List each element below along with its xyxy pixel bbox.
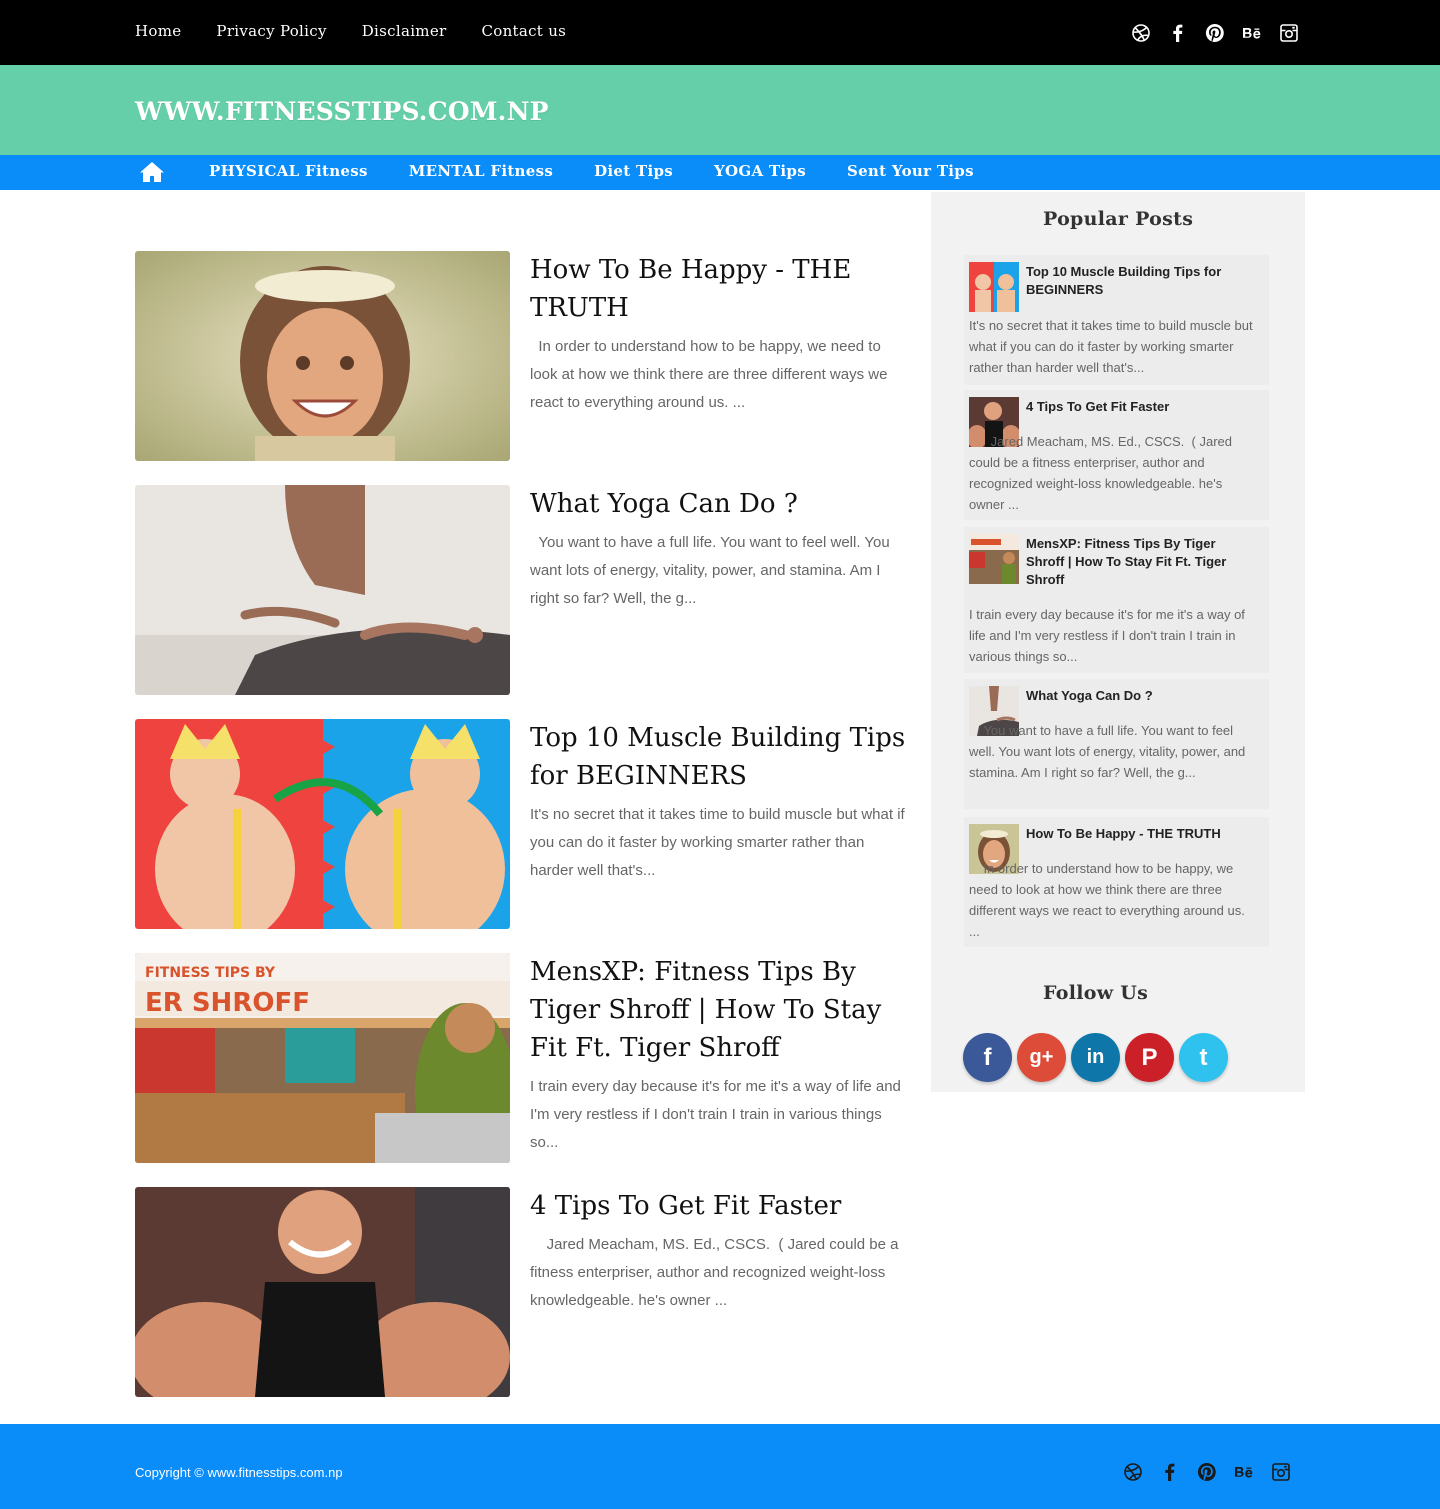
pinterest-icon[interactable] xyxy=(1204,22,1226,44)
follow-us-heading: Follow Us xyxy=(1043,982,1149,1004)
site-title[interactable]: WWW.FITNESSTIPS.COM.NP xyxy=(135,97,549,126)
popular-post-item[interactable]: Top 10 Muscle Building Tips for BEGINNER… xyxy=(964,255,1269,385)
post-excerpt: It's no secret that it takes time to bui… xyxy=(530,806,909,879)
main-nav: PHYSICAL Fitness MENTAL Fitness Diet Tip… xyxy=(0,155,1440,190)
facebook-icon[interactable]: f xyxy=(963,1033,1012,1082)
footer-social-links xyxy=(1107,1461,1292,1483)
popular-post-excerpt: You want to have a full life. You want t… xyxy=(969,723,1249,780)
post-title[interactable]: 4 Tips To Get Fit Faster xyxy=(530,1187,910,1225)
post-title[interactable]: How To Be Happy - THE TRUTH xyxy=(530,251,910,327)
popular-post-title[interactable]: What Yoga Can Do ? xyxy=(1026,687,1251,705)
post-excerpt: You want to have a full life. You want t… xyxy=(530,534,894,607)
site-footer: Copyright © www.fitnesstips.com.np xyxy=(0,1424,1440,1509)
main-nav-items: PHYSICAL Fitness MENTAL Fitness Diet Tip… xyxy=(209,162,1015,180)
instagram-icon[interactable] xyxy=(1278,22,1300,44)
popular-post-thumbnail[interactable] xyxy=(969,262,1019,312)
post-title[interactable]: MensXP: Fitness Tips By Tiger Shroff | H… xyxy=(530,953,910,1067)
site-header: WWW.FITNESSTIPS.COM.NP xyxy=(0,65,1440,155)
post-excerpt: In order to understand how to be happy, … xyxy=(530,338,892,411)
post-card: FITNESS TIPS BY ER SHROFF MensXP: Fitnes… xyxy=(135,953,910,1163)
post-thumbnail-yoga[interactable] xyxy=(135,485,510,695)
dribbble-icon[interactable] xyxy=(1122,1461,1144,1483)
popular-posts-heading: Popular Posts xyxy=(1043,208,1194,230)
facebook-icon[interactable] xyxy=(1167,22,1189,44)
popular-post-title[interactable]: How To Be Happy - THE TRUTH xyxy=(1026,825,1251,843)
google-plus-icon[interactable]: g+ xyxy=(1017,1033,1066,1082)
facebook-icon[interactable] xyxy=(1159,1461,1181,1483)
twitter-icon[interactable]: t xyxy=(1179,1033,1228,1082)
post-thumbnail-muscle-cartoon[interactable] xyxy=(135,719,510,929)
popular-post-item[interactable]: What Yoga Can Do ? You want to have a fu… xyxy=(964,679,1269,809)
popular-post-title[interactable]: MensXP: Fitness Tips By Tiger Shroff | H… xyxy=(1026,535,1251,589)
behance-icon[interactable] xyxy=(1241,22,1263,44)
popular-post-excerpt: Jared Meacham, MS. Ed., CSCS. ( Jared co… xyxy=(969,434,1236,512)
popular-post-title[interactable]: 4 Tips To Get Fit Faster xyxy=(1026,398,1251,416)
top-nav: Home Privacy Policy Disclaimer Contact u… xyxy=(135,22,601,40)
top-social-links xyxy=(1115,22,1300,44)
nav-sent-your-tips[interactable]: Sent Your Tips xyxy=(847,162,974,180)
nav-physical-fitness[interactable]: PHYSICAL Fitness xyxy=(209,162,368,180)
pinterest-icon[interactable]: P xyxy=(1125,1033,1174,1082)
popular-post-excerpt: In order to understand how to be happy, … xyxy=(969,861,1249,939)
nav-diet-tips[interactable]: Diet Tips xyxy=(594,162,673,180)
nav-yoga-tips[interactable]: YOGA Tips xyxy=(714,162,806,180)
top-nav-contact-us[interactable]: Contact us xyxy=(481,22,566,40)
top-nav-disclaimer[interactable]: Disclaimer xyxy=(362,22,447,40)
instagram-icon[interactable] xyxy=(1270,1461,1292,1483)
post-excerpt: I train every day because it's for me it… xyxy=(530,1078,906,1151)
linkedin-icon[interactable]: in xyxy=(1071,1033,1120,1082)
post-thumbnail-tiger-shroff[interactable]: FITNESS TIPS BY ER SHROFF xyxy=(135,953,510,1163)
post-card: How To Be Happy - THE TRUTH In order to … xyxy=(135,251,910,461)
popular-post-thumbnail[interactable] xyxy=(969,534,1019,584)
post-card: 4 Tips To Get Fit Faster Jared Meacham, … xyxy=(135,1187,910,1397)
post-title[interactable]: Top 10 Muscle Building Tips for BEGINNER… xyxy=(530,719,910,795)
top-nav-home[interactable]: Home xyxy=(135,22,181,40)
nav-mental-fitness[interactable]: MENTAL Fitness xyxy=(409,162,553,180)
svg-text:FITNESS TIPS BY: FITNESS TIPS BY xyxy=(145,965,276,981)
pinterest-icon[interactable] xyxy=(1196,1461,1218,1483)
behance-icon[interactable] xyxy=(1233,1461,1255,1483)
post-excerpt: Jared Meacham, MS. Ed., CSCS. ( Jared co… xyxy=(530,1236,903,1309)
svg-text:ER SHROFF: ER SHROFF xyxy=(145,988,310,1018)
post-card: Top 10 Muscle Building Tips for BEGINNER… xyxy=(135,719,910,929)
post-thumbnail-muscular-man[interactable] xyxy=(135,1187,510,1397)
top-bar: Home Privacy Policy Disclaimer Contact u… xyxy=(0,0,1440,65)
popular-post-excerpt: I train every day because it's for me it… xyxy=(969,607,1249,664)
dribbble-icon[interactable] xyxy=(1130,22,1152,44)
popular-post-item[interactable]: How To Be Happy - THE TRUTH In order to … xyxy=(964,817,1269,947)
post-thumbnail-happy-child[interactable] xyxy=(135,251,510,461)
copyright-text: Copyright © www.fitnesstips.com.np xyxy=(135,1465,343,1480)
post-title[interactable]: What Yoga Can Do ? xyxy=(530,485,910,523)
post-card: What Yoga Can Do ? You want to have a fu… xyxy=(135,485,910,695)
popular-post-item[interactable]: 4 Tips To Get Fit Faster Jared Meacham, … xyxy=(964,390,1269,520)
popular-post-title[interactable]: Top 10 Muscle Building Tips for BEGINNER… xyxy=(1026,263,1251,299)
home-icon[interactable] xyxy=(140,161,164,183)
popular-post-excerpt: It's no secret that it takes time to bui… xyxy=(969,318,1257,375)
follow-us-buttons: f g+ in P t xyxy=(963,1033,1233,1082)
top-nav-privacy-policy[interactable]: Privacy Policy xyxy=(216,22,326,40)
popular-post-item[interactable]: MensXP: Fitness Tips By Tiger Shroff | H… xyxy=(964,527,1269,673)
